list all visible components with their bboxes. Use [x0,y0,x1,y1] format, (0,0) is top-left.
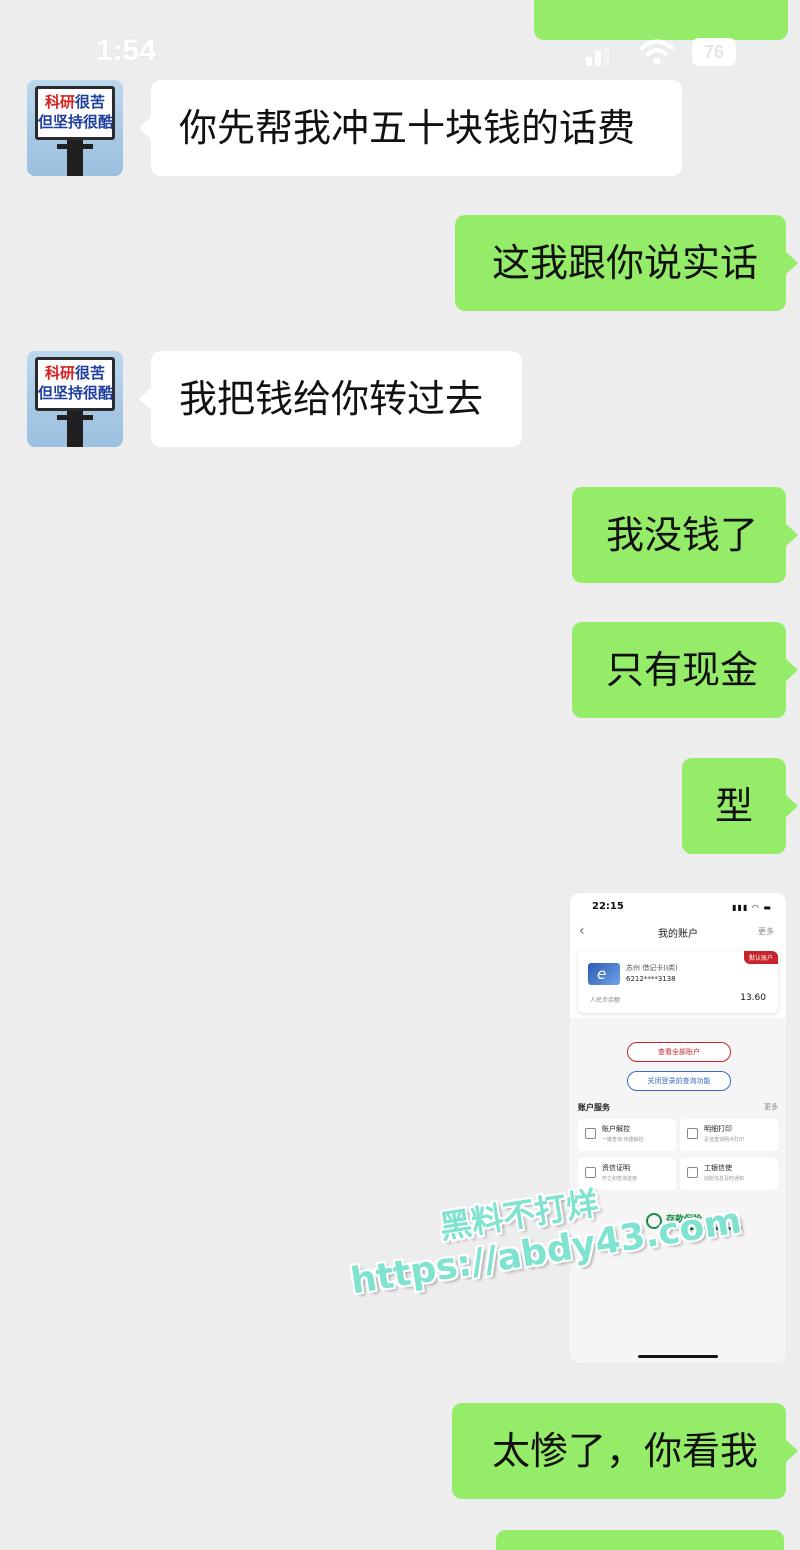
contact-avatar[interactable]: 科研很苦 但坚持很酷 [27,351,123,447]
avatar-text: 很苦 [75,93,106,111]
view-all-accounts-button: 查看全部账户 [627,1042,731,1062]
avatar-text-red: 科研 [44,93,75,111]
contact-avatar[interactable]: 科研很苦 但坚持很酷 [27,80,123,176]
message-bubble-sent[interactable]: 这我跟你说实话 [455,215,798,311]
service-title: 账户解控 [602,1125,630,1133]
service-tile: 账户解控 一键查询 快捷解控 [578,1119,676,1151]
balance-label: 人民币余额 [590,997,621,1004]
status-time: 1:54 [96,34,157,67]
service-subtitle: 动账信息及时通知 [704,1176,745,1182]
service-icon [687,1167,698,1178]
service-icon [687,1128,698,1139]
home-indicator [638,1355,718,1358]
image-message-screenshot[interactable]: 22:15 ▮▮▮ ◠ ▬ ‹ 我的账户 更多 默认账户 e 苏州 借记卡(Ⅰ类… [570,893,786,1363]
service-title: 资信证明 [602,1164,630,1172]
message-bubble-sent[interactable]: 只有现金 [572,622,798,718]
message-bubble-sent[interactable]: 我没钱了 [572,487,798,583]
wifi-icon [640,39,674,65]
avatar-text-line2: 但坚持很酷 [38,113,114,131]
close-query-button: 关闭登录前查询功能 [627,1071,731,1091]
service-tile: 明细打印 足迹查询网点打印 [680,1119,778,1151]
avatar-text: 很苦 [75,364,106,382]
battery-icon: 76 [692,38,736,66]
avatar-pole [67,140,83,176]
bank-card-logo-icon: e [588,963,620,985]
services-title: 账户服务 [578,1103,610,1112]
avatar-text-line2: 但坚持很酷 [38,384,114,402]
default-account-badge: 默认账户 [743,951,778,964]
status-bar: 1:54 76 [0,0,800,80]
screenshot-status-icons: ▮▮▮ ◠ ▬ [732,903,772,912]
message-bubble-sent[interactable]: 型 [682,758,798,854]
card-number: 6212****3138 [626,975,676,983]
avatar-sign: 科研很苦 但坚持很酷 [35,86,115,140]
screenshot-time: 22:15 [592,901,624,912]
service-title: 工银信使 [704,1164,732,1172]
avatar-sign: 科研很苦 但坚持很酷 [35,357,115,411]
service-title: 明细打印 [704,1125,732,1133]
service-tile: 工银信使 动账信息及时通知 [680,1158,778,1190]
service-subtitle: 一键查询 快捷解控 [602,1137,644,1143]
next-message-bubble[interactable] [496,1530,784,1550]
avatar-pole [67,411,83,447]
screenshot-title: 我的账户 [658,929,698,940]
screenshot-body [570,1018,786,1363]
services-more: 更多 [764,1103,778,1111]
service-icon [585,1128,596,1139]
message-bubble-received[interactable]: 你先帮我冲五十块钱的话费 [139,80,682,176]
signal-icon [586,40,618,66]
service-subtitle: 开立和查询进度 [602,1176,638,1182]
screenshot-more: 更多 [758,927,774,936]
message-bubble-received[interactable]: 我把钱给你转过去 [139,351,522,447]
service-icon [585,1167,596,1178]
service-subtitle: 足迹查询网点打印 [704,1137,745,1143]
message-bubble-sent[interactable]: 太惨了，你看我 [452,1403,798,1499]
avatar-text-red: 科研 [44,364,75,382]
card-name: 苏州 借记卡(Ⅰ类) [626,964,678,972]
account-card: 默认账户 e 苏州 借记卡(Ⅰ类) 6212****3138 人民币余额 13.… [578,951,778,1013]
balance-value: 13.60 [740,993,766,1003]
